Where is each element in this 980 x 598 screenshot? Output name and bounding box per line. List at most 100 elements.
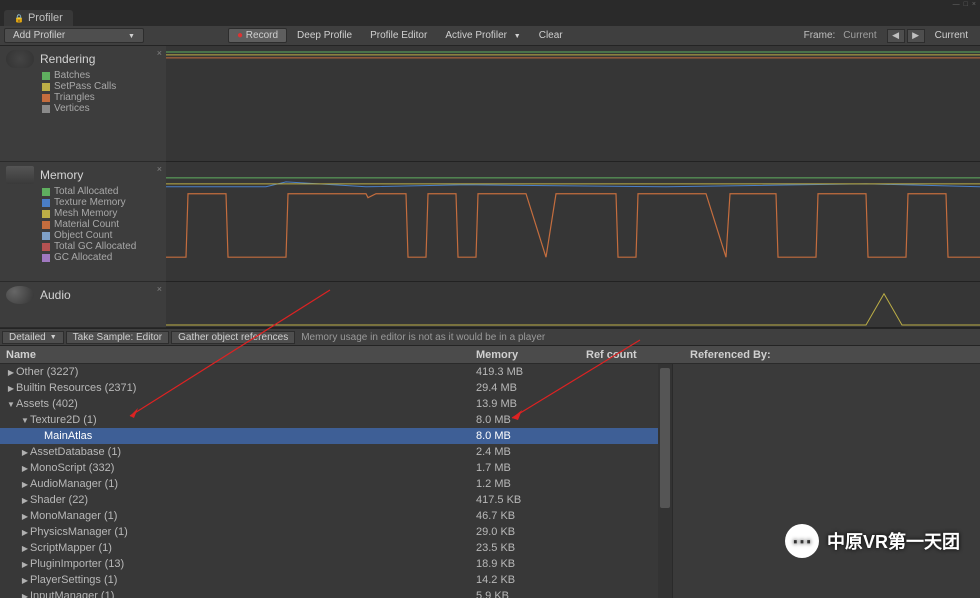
lock-icon: 🔒 bbox=[14, 14, 24, 23]
editor-tab-bar: 🔒 Profiler bbox=[0, 8, 980, 26]
close-module-icon[interactable]: × bbox=[157, 164, 162, 174]
tree-label: MonoManager (1) bbox=[30, 510, 117, 522]
gather-references-button[interactable]: Gather object references bbox=[171, 331, 295, 344]
tree-row[interactable]: ▶AudioManager (1)1.2 MB bbox=[0, 476, 672, 492]
tree-memory: 13.9 MB bbox=[470, 398, 580, 410]
tree-row[interactable]: ▶Shader (22)417.5 KB bbox=[0, 492, 672, 508]
tree-row[interactable]: MainAtlas8.0 MB bbox=[0, 428, 672, 444]
tree-memory: 1.7 MB bbox=[470, 462, 580, 474]
legend-item[interactable]: SetPass Calls bbox=[42, 81, 160, 92]
wechat-icon: ⋯ bbox=[785, 524, 819, 558]
scrollbar-thumb[interactable] bbox=[660, 368, 670, 508]
frame-label: Frame: bbox=[804, 30, 836, 41]
memory-tree[interactable]: ▶Other (3227)419.3 MB▶Builtin Resources … bbox=[0, 364, 672, 598]
tree-label: AssetDatabase (1) bbox=[30, 446, 121, 458]
clear-button[interactable]: Clear bbox=[531, 29, 571, 42]
add-profiler-dropdown[interactable]: Add Profiler ▼ bbox=[4, 28, 144, 43]
tree-row[interactable]: ▼Texture2D (1)8.0 MB bbox=[0, 412, 672, 428]
close-module-icon[interactable]: × bbox=[157, 284, 162, 294]
collapse-icon[interactable]: ▼ bbox=[20, 416, 30, 425]
legend-swatch bbox=[42, 221, 50, 229]
legend-item[interactable]: Mesh Memory bbox=[42, 208, 160, 219]
tree-row[interactable]: ▶InputManager (1)5.9 KB bbox=[0, 588, 672, 598]
chart-memory[interactable] bbox=[166, 162, 980, 282]
detail-mode-dropdown[interactable]: Detailed ▼ bbox=[2, 331, 64, 344]
minimize-icon[interactable]: — bbox=[953, 1, 960, 8]
expand-icon[interactable]: ▶ bbox=[20, 528, 30, 537]
col-referenced-by: Referenced By: bbox=[672, 346, 980, 363]
close-module-icon[interactable]: × bbox=[157, 48, 162, 58]
col-memory[interactable]: Memory bbox=[470, 346, 580, 363]
scrollbar[interactable] bbox=[658, 364, 672, 598]
legend-item[interactable]: Vertices bbox=[42, 103, 160, 114]
expand-icon[interactable]: ▶ bbox=[20, 496, 30, 505]
deep-profile-button[interactable]: Deep Profile bbox=[289, 29, 360, 42]
close-icon[interactable]: × bbox=[972, 1, 976, 8]
legend-label: Vertices bbox=[54, 103, 90, 114]
legend-item[interactable]: Batches bbox=[42, 70, 160, 81]
tree-row[interactable]: ▶ScriptMapper (1)23.5 KB bbox=[0, 540, 672, 556]
expand-icon[interactable]: ▶ bbox=[6, 384, 16, 393]
legend-swatch bbox=[42, 72, 50, 80]
tree-label: InputManager (1) bbox=[30, 590, 114, 598]
legend-item[interactable]: Object Count bbox=[42, 230, 160, 241]
tree-row[interactable]: ▶PlayerSettings (1)14.2 KB bbox=[0, 572, 672, 588]
module-audio[interactable]: × Audio bbox=[0, 282, 166, 328]
tree-memory: 14.2 KB bbox=[470, 574, 580, 586]
detail-toolbar: Detailed ▼ Take Sample: Editor Gather ob… bbox=[0, 328, 980, 346]
legend-label: Material Count bbox=[54, 219, 119, 230]
legend-item[interactable]: GC Allocated bbox=[42, 252, 160, 263]
record-button[interactable]: ● Record bbox=[228, 28, 287, 43]
legend-item[interactable]: Texture Memory bbox=[42, 197, 160, 208]
module-title: Rendering bbox=[40, 52, 95, 66]
tab-profiler[interactable]: 🔒 Profiler bbox=[4, 10, 73, 26]
next-frame-button[interactable]: ▶ bbox=[907, 29, 925, 43]
tree-row[interactable]: ▶PhysicsManager (1)29.0 KB bbox=[0, 524, 672, 540]
tree-row[interactable]: ▶MonoManager (1)46.7 KB bbox=[0, 508, 672, 524]
expand-icon[interactable]: ▶ bbox=[20, 592, 30, 598]
tree-row[interactable]: ▼Assets (402)13.9 MB bbox=[0, 396, 672, 412]
collapse-icon[interactable]: ▼ bbox=[6, 400, 16, 409]
legend-item[interactable]: Total GC Allocated bbox=[42, 241, 160, 252]
legend-item[interactable]: Material Count bbox=[42, 219, 160, 230]
profile-editor-button[interactable]: Profile Editor bbox=[362, 29, 435, 42]
tree-row[interactable]: ▶PluginImporter (13)18.9 KB bbox=[0, 556, 672, 572]
tree-row[interactable]: ▶Builtin Resources (2371)29.4 MB bbox=[0, 380, 672, 396]
window-titlebar: — □ × bbox=[0, 0, 980, 8]
col-refcount[interactable]: Ref count bbox=[580, 346, 672, 363]
legend-swatch bbox=[42, 188, 50, 196]
expand-icon[interactable]: ▶ bbox=[20, 560, 30, 569]
module-rendering[interactable]: × Rendering BatchesSetPass CallsTriangle… bbox=[0, 46, 166, 162]
tree-row[interactable]: ▶Other (3227)419.3 MB bbox=[0, 364, 672, 380]
expand-icon[interactable]: ▶ bbox=[6, 368, 16, 377]
prev-frame-button[interactable]: ◀ bbox=[887, 29, 905, 43]
tree-row[interactable]: ▶MonoScript (332)1.7 MB bbox=[0, 460, 672, 476]
legend-item[interactable]: Total Allocated bbox=[42, 186, 160, 197]
chevron-down-icon: ▼ bbox=[128, 33, 135, 40]
expand-icon[interactable]: ▶ bbox=[20, 512, 30, 521]
maximize-icon[interactable]: □ bbox=[964, 1, 968, 8]
col-name[interactable]: Name bbox=[0, 346, 470, 363]
expand-icon[interactable]: ▶ bbox=[20, 576, 30, 585]
active-profiler-dropdown[interactable]: Active Profiler ▼ bbox=[437, 29, 528, 42]
tree-row[interactable]: ▶AssetDatabase (1)2.4 MB bbox=[0, 444, 672, 460]
chart-rendering[interactable] bbox=[166, 46, 980, 162]
expand-icon[interactable]: ▶ bbox=[20, 544, 30, 553]
legend-label: Batches bbox=[54, 70, 90, 81]
current-frame-button[interactable]: Current bbox=[927, 29, 976, 42]
expand-icon[interactable]: ▶ bbox=[20, 448, 30, 457]
legend-item[interactable]: Triangles bbox=[42, 92, 160, 103]
tree-memory: 419.3 MB bbox=[470, 366, 580, 378]
legend-swatch bbox=[42, 254, 50, 262]
legend-swatch bbox=[42, 94, 50, 102]
chart-audio[interactable] bbox=[166, 282, 980, 328]
tree-memory: 29.0 KB bbox=[470, 526, 580, 538]
tree-memory: 1.2 MB bbox=[470, 478, 580, 490]
legend-swatch bbox=[42, 105, 50, 113]
expand-icon[interactable]: ▶ bbox=[20, 464, 30, 473]
tree-memory: 23.5 KB bbox=[470, 542, 580, 554]
tree-label: PluginImporter (13) bbox=[30, 558, 124, 570]
expand-icon[interactable]: ▶ bbox=[20, 480, 30, 489]
take-sample-button[interactable]: Take Sample: Editor bbox=[66, 331, 170, 344]
module-memory[interactable]: × Memory Total AllocatedTexture MemoryMe… bbox=[0, 162, 166, 282]
